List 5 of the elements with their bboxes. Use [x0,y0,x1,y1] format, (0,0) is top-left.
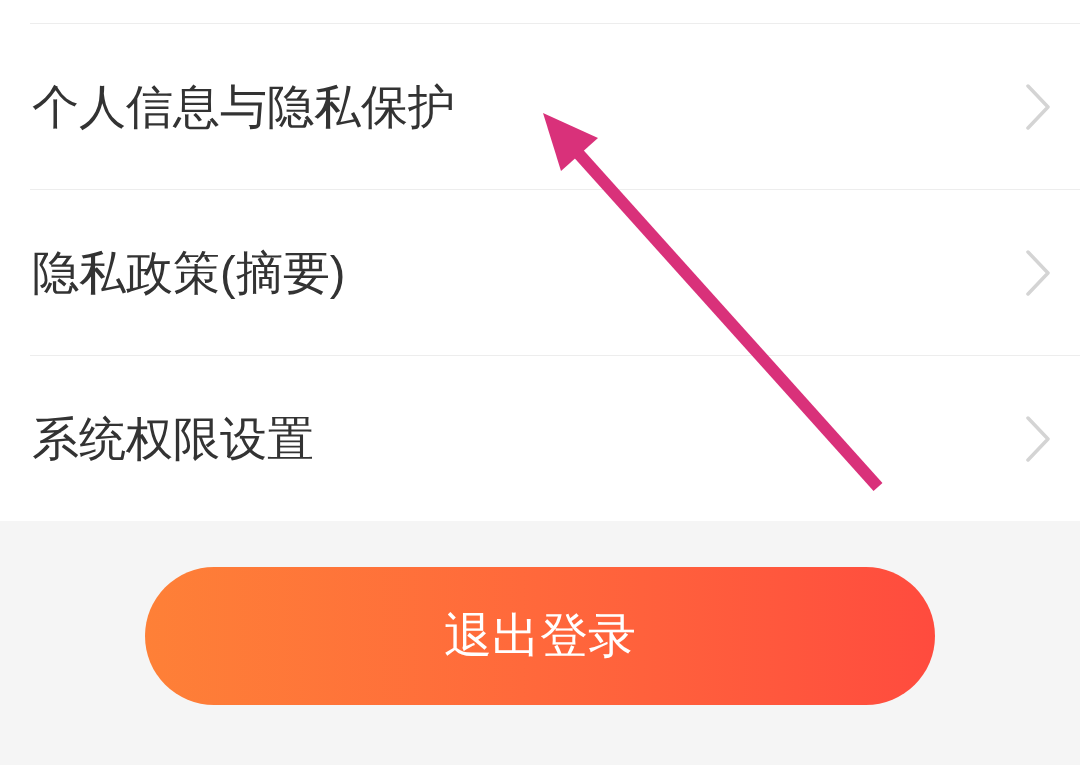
chevron-right-icon [1026,249,1050,296]
menu-item[interactable]: 隐私政策(摘要) [30,189,1080,355]
chevron-right-icon [1026,83,1050,130]
menu-item[interactable]: 系统权限设置 [30,355,1080,521]
chevron-right-icon [1026,415,1050,462]
